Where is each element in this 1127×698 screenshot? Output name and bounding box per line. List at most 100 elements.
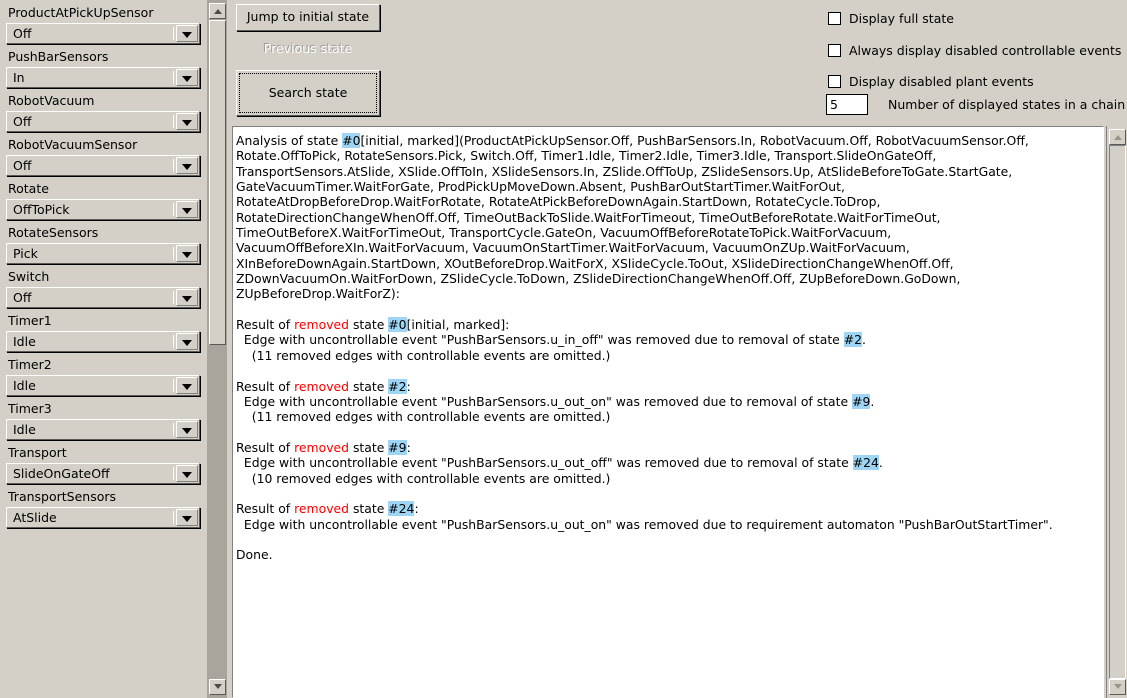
jump-to-initial-state-button[interactable]: Jump to initial state	[236, 4, 380, 31]
dropdown-selected-value: AtSlide	[13, 510, 57, 525]
state-variable-dropdown[interactable]: Idle	[6, 419, 200, 440]
chain-length-label: Number of displayed states in a chain	[888, 97, 1126, 112]
chevron-down-icon[interactable]	[176, 245, 198, 262]
state-variable-rotatesensors: RotateSensors Pick	[0, 220, 206, 264]
state-variable-list: ProductAtPickUpSensor Off PushBarSensors In…	[0, 0, 206, 528]
dropdown-separator	[173, 159, 174, 172]
state-variable-dropdown[interactable]: OffToPick	[6, 199, 200, 220]
state-variable-dropdown[interactable]: Off	[6, 111, 200, 132]
chain-length-input[interactable]	[826, 94, 868, 115]
output-text-run: Analysis of state	[236, 133, 343, 148]
toolbar: Jump to initial state Previous state Sea…	[228, 0, 1127, 122]
state-variable-label: RobotVacuumSensor	[8, 137, 138, 152]
jump-to-initial-state-label: Jump to initial state	[246, 9, 370, 25]
state-reference-link[interactable]: #2	[843, 332, 863, 348]
dropdown-selected-value: Idle	[13, 378, 36, 393]
dropdown-selected-value: Idle	[13, 422, 36, 437]
state-variable-dropdown[interactable]: Off	[6, 23, 200, 44]
sidebar-scrollbar[interactable]	[206, 0, 227, 698]
state-variable-transportsensors: TransportSensors AtSlide	[0, 484, 206, 528]
dropdown-separator	[173, 467, 174, 480]
state-reference-link[interactable]: #9	[852, 393, 871, 409]
state-variable-dropdown[interactable]: Off	[6, 155, 200, 176]
state-variable-label: TransportSensors	[8, 489, 117, 504]
analysis-output-text: Analysis of state #0[initial, marked](Pr…	[236, 133, 1103, 563]
sidebar-scroll-down-button[interactable]	[209, 679, 226, 695]
display-full-state-label: Display full state	[849, 11, 954, 26]
output-text-run: Result of	[236, 378, 295, 394]
output-text-run: state	[349, 378, 389, 394]
state-reference-link[interactable]: #0	[388, 317, 407, 333]
state-variable-dropdown[interactable]: SlideOnGateOff	[6, 463, 200, 484]
checkbox-icon[interactable]	[828, 44, 841, 57]
state-variable-label: RobotVacuum	[8, 93, 95, 108]
output-scroll-down-button[interactable]	[1109, 679, 1126, 695]
state-variable-label: Switch	[8, 269, 50, 284]
always-display-disabled-controllable-events-checkbox-row[interactable]: Always display disabled controllable eve…	[828, 43, 1121, 58]
state-reference-link[interactable]: #24	[852, 455, 879, 471]
output-text-run: state	[349, 317, 389, 333]
simulator-window: ProductAtPickUpSensor Off PushBarSensors In…	[0, 0, 1127, 698]
chain-length-row: Number of displayed states in a chain	[826, 94, 1125, 115]
output-scrollbar-track[interactable]	[1109, 145, 1126, 679]
analysis-output-panel: Analysis of state #0[initial, marked](Pr…	[232, 126, 1127, 698]
removed-keyword: removed	[294, 378, 350, 394]
state-variable-pushbarsensors: PushBarSensors In	[0, 44, 206, 88]
state-variable-productatpickupsensor: ProductAtPickUpSensor Off	[0, 0, 206, 44]
state-reference-link[interactable]: #0	[342, 133, 361, 148]
state-variable-dropdown[interactable]: Pick	[6, 243, 200, 264]
dropdown-separator	[173, 423, 174, 436]
output-text-run: state	[349, 439, 389, 455]
output-scroll-up-button[interactable]	[1109, 129, 1126, 145]
chevron-down-icon[interactable]	[176, 69, 198, 86]
dropdown-separator	[173, 115, 174, 128]
chevron-down-icon[interactable]	[176, 201, 198, 218]
chevron-down-icon[interactable]	[176, 157, 198, 174]
chevron-down-icon[interactable]	[176, 509, 198, 526]
state-variable-dropdown[interactable]: AtSlide	[6, 507, 200, 528]
search-state-button[interactable]: Search state	[236, 70, 380, 116]
state-variable-label: ProductAtPickUpSensor	[8, 5, 154, 20]
state-variable-dropdown[interactable]: Idle	[6, 331, 200, 352]
dropdown-selected-value: Idle	[13, 334, 36, 349]
chevron-down-icon[interactable]	[176, 333, 198, 350]
dropdown-separator	[173, 511, 174, 524]
state-reference-link[interactable]: #2	[388, 378, 407, 394]
output-text-run: Result of	[236, 317, 295, 333]
analysis-output-textarea[interactable]: Analysis of state #0[initial, marked](Pr…	[232, 126, 1104, 698]
chevron-down-icon[interactable]	[176, 465, 198, 482]
state-variable-timer2: Timer2 Idle	[0, 352, 206, 396]
previous-state-button: Previous state	[236, 36, 380, 63]
output-scrollbar[interactable]	[1106, 126, 1127, 698]
state-variable-timer1: Timer1 Idle	[0, 308, 206, 352]
dropdown-selected-value: Off	[13, 114, 32, 129]
state-variables-panel: ProductAtPickUpSensor Off PushBarSensors In…	[0, 0, 206, 698]
sidebar-scroll-up-button[interactable]	[209, 3, 226, 19]
checkbox-icon[interactable]	[828, 12, 841, 25]
state-reference-link[interactable]: #9	[388, 439, 407, 455]
search-state-label: Search state	[268, 84, 348, 100]
state-variable-dropdown[interactable]: In	[6, 67, 200, 88]
state-reference-link[interactable]: #24	[388, 501, 415, 517]
state-variable-switch: Switch Off	[0, 264, 206, 308]
dropdown-selected-value: Off	[13, 26, 32, 41]
checkbox-icon[interactable]	[828, 75, 841, 88]
chevron-down-icon[interactable]	[176, 113, 198, 130]
state-variable-transport: Transport SlideOnGateOff	[0, 440, 206, 484]
chevron-down-icon[interactable]	[176, 25, 198, 42]
chevron-down-icon[interactable]	[176, 421, 198, 438]
chevron-down-icon[interactable]	[176, 289, 198, 306]
previous-state-label: Previous state	[263, 41, 353, 57]
state-variable-dropdown[interactable]: Off	[6, 287, 200, 308]
state-variable-robotvacuumsensor: RobotVacuumSensor Off	[0, 132, 206, 176]
dropdown-selected-value: In	[13, 70, 25, 85]
display-full-state-checkbox-row[interactable]: Display full state	[828, 11, 954, 26]
output-text-run: state	[349, 501, 389, 517]
display-disabled-plant-events-checkbox-row[interactable]: Display disabled plant events	[828, 74, 1034, 89]
chevron-down-icon[interactable]	[176, 377, 198, 394]
output-text-run: Result of	[236, 501, 295, 517]
output-text-run: Result of	[236, 439, 295, 455]
sidebar-scrollbar-thumb[interactable]	[209, 20, 226, 345]
display-disabled-plant-events-label: Display disabled plant events	[849, 74, 1034, 89]
state-variable-dropdown[interactable]: Idle	[6, 375, 200, 396]
